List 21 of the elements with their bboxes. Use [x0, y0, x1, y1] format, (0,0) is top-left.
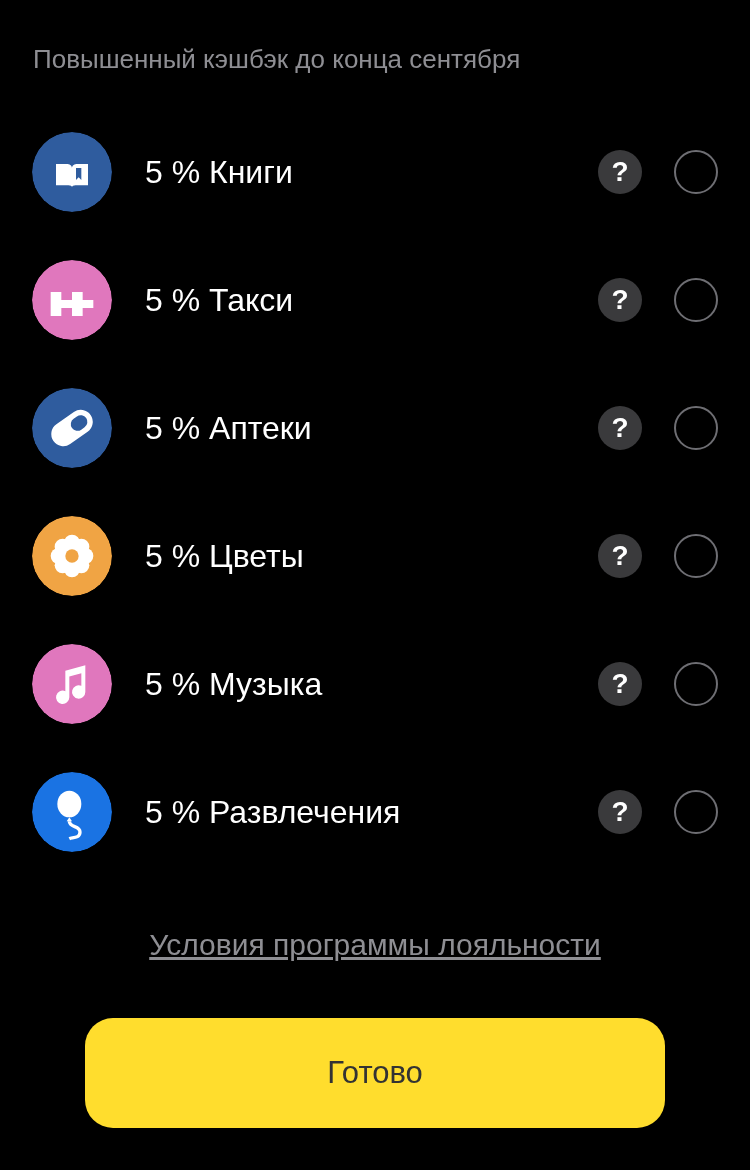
loyalty-terms-link[interactable]: Условия программы лояльности	[149, 928, 601, 962]
category-label: 5 % Музыка	[145, 665, 324, 703]
radio-button[interactable]	[674, 662, 718, 706]
help-button[interactable]: ?	[598, 534, 642, 578]
help-button[interactable]: ?	[598, 150, 642, 194]
category-label: 5 % Развлечения	[145, 793, 402, 831]
done-button[interactable]: Готово	[85, 1018, 665, 1128]
section-header: Повышенный кэшбэк до конца сентября	[33, 44, 522, 76]
radio-button[interactable]	[674, 534, 718, 578]
help-button[interactable]: ?	[598, 278, 642, 322]
radio-button[interactable]	[674, 406, 718, 450]
radio-button[interactable]	[674, 150, 718, 194]
help-button[interactable]: ?	[598, 790, 642, 834]
category-label: 5 % Аптеки	[145, 409, 313, 447]
radio-button[interactable]	[674, 278, 718, 322]
category-label: 5 % Цветы	[145, 537, 305, 575]
help-button[interactable]: ?	[598, 406, 642, 450]
help-button[interactable]: ?	[598, 662, 642, 706]
category-label: 5 % Книги	[145, 153, 294, 191]
radio-button[interactable]	[674, 790, 718, 834]
category-label: 5 % Такси	[145, 281, 295, 319]
